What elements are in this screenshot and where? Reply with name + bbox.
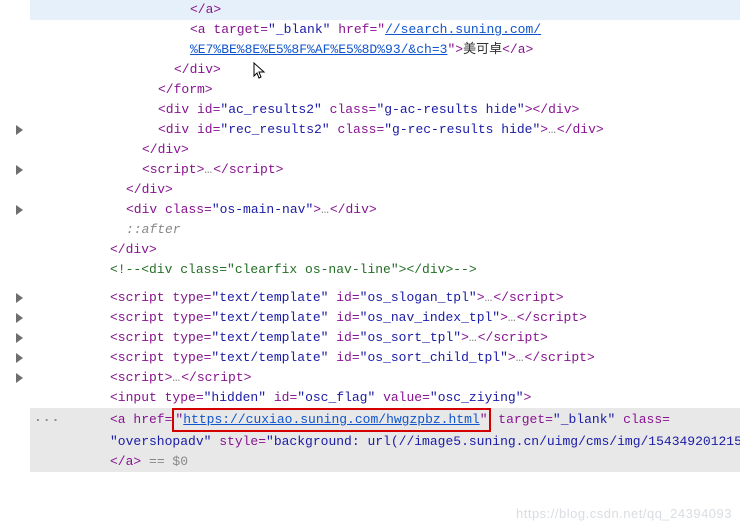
- code-line[interactable]: <input type="hidden" id="osc_flag" value…: [30, 388, 740, 408]
- code-line[interactable]: </div>: [30, 240, 740, 260]
- highlighted-url-box: "https://cuxiao.suning.com/hwgzpbz.html": [172, 408, 490, 432]
- code-line[interactable]: <div class="os-main-nav">…</div>: [30, 200, 740, 220]
- code-line[interactable]: %E7%BE%8E%E5%8F%AF%E5%8D%93/&ch=3">美可卓</…: [30, 40, 740, 60]
- expand-triangle-icon[interactable]: [16, 373, 23, 383]
- code-line[interactable]: </div>: [30, 140, 740, 160]
- code-line[interactable]: ::after: [30, 220, 740, 240]
- selected-code-line[interactable]: ...<a href="https://cuxiao.suning.com/hw…: [30, 408, 740, 432]
- code-line[interactable]: </div>: [30, 180, 740, 200]
- html-comment: <!--<div class="clearfix os-nav-line"></…: [110, 262, 477, 277]
- code-line[interactable]: </div>: [30, 60, 740, 80]
- href-link[interactable]: //search.suning.com/: [385, 22, 541, 37]
- href-link[interactable]: %E7%BE%8E%E5%8F%AF%E5%8D%93/&ch=3: [190, 42, 447, 57]
- expand-triangle-icon[interactable]: [16, 205, 23, 215]
- code-line[interactable]: </a>: [30, 0, 740, 20]
- expand-triangle-icon[interactable]: [16, 333, 23, 343]
- code-line[interactable]: <script type="text/template" id="os_sort…: [30, 348, 740, 368]
- code-line[interactable]: <!--<div class="clearfix os-nav-line"></…: [30, 260, 740, 280]
- expand-triangle-icon[interactable]: [16, 293, 23, 303]
- code-line[interactable]: <script>…</script>: [30, 368, 740, 388]
- watermark-text: https://blog.csdn.net/qq_24394093: [516, 504, 732, 524]
- code-line[interactable]: <a target="_blank" href="//search.suning…: [30, 20, 740, 40]
- code-line[interactable]: <script type="text/template" id="os_slog…: [30, 288, 740, 308]
- dollar-zero-marker: == $0: [141, 454, 188, 469]
- code-line[interactable]: <div id="rec_results2" class="g-rec-resu…: [30, 120, 740, 140]
- code-line[interactable]: <script>…</script>: [30, 160, 740, 180]
- expand-triangle-icon[interactable]: [16, 313, 23, 323]
- mouse-cursor-icon: [253, 62, 267, 80]
- selected-code-line[interactable]: "overshopadv" style="background: url(//i…: [30, 432, 740, 452]
- expand-triangle-icon[interactable]: [16, 353, 23, 363]
- code-line[interactable]: </form>: [30, 80, 740, 100]
- href-link[interactable]: https://cuxiao.suning.com/hwgzpbz.html: [183, 412, 479, 427]
- pseudo-element: ::after: [126, 222, 181, 237]
- expand-triangle-icon[interactable]: [16, 165, 23, 175]
- expand-triangle-icon[interactable]: [16, 125, 23, 135]
- gutter-ellipsis-icon: ...: [34, 408, 60, 428]
- code-line[interactable]: <script type="text/template" id="os_sort…: [30, 328, 740, 348]
- code-line[interactable]: <div id="ac_results2" class="g-ac-result…: [30, 100, 740, 120]
- code-line[interactable]: <script type="text/template" id="os_nav_…: [30, 308, 740, 328]
- blank-line: [30, 280, 740, 288]
- selected-code-line[interactable]: </a> == $0: [30, 452, 740, 472]
